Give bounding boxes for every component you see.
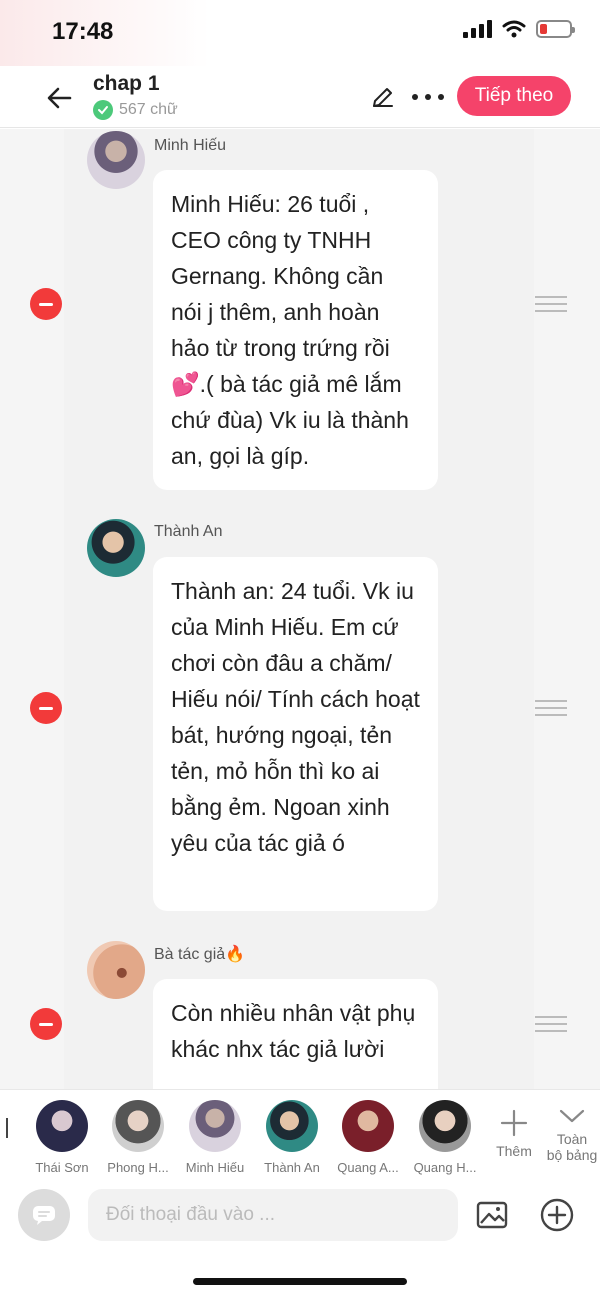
remove-message-button[interactable] bbox=[30, 692, 62, 724]
speaker-name: Thành An bbox=[154, 523, 223, 540]
avatar bbox=[419, 1100, 471, 1152]
message-bubble[interactable]: Thành an: 24 tuổi. Vk iu của Minh Hiếu. … bbox=[153, 557, 438, 911]
battery-icon bbox=[536, 20, 575, 38]
avatar bbox=[112, 1100, 164, 1152]
plus-icon bbox=[500, 1109, 528, 1137]
dialogue-input[interactable] bbox=[88, 1189, 458, 1241]
avatar bbox=[87, 131, 145, 189]
character-item[interactable]: Thái Sơn bbox=[27, 1100, 97, 1175]
message-bubble[interactable]: Minh Hiếu: 26 tuổi , CEO công ty TNHH Ge… bbox=[153, 170, 438, 490]
add-character-button[interactable]: Thêm bbox=[492, 1108, 536, 1159]
pencil-icon[interactable] bbox=[370, 84, 396, 110]
home-indicator bbox=[193, 1278, 407, 1285]
scroll-edge-indicator bbox=[6, 1118, 8, 1138]
input-row bbox=[0, 1181, 600, 1251]
avatar bbox=[266, 1100, 318, 1152]
back-arrow-icon[interactable] bbox=[44, 82, 76, 114]
chat-bubble-icon bbox=[33, 1206, 55, 1225]
character-item[interactable]: Minh Hiếu bbox=[180, 1100, 250, 1175]
dialogue-type-button[interactable] bbox=[18, 1189, 70, 1241]
status-time: 17:48 bbox=[52, 18, 114, 45]
add-circle-icon[interactable] bbox=[539, 1197, 575, 1233]
character-name: Quang A... bbox=[337, 1160, 399, 1175]
avatar bbox=[189, 1100, 241, 1152]
more-options-icon[interactable] bbox=[412, 84, 444, 110]
drag-handle-icon[interactable] bbox=[535, 1016, 567, 1032]
status-bar: 17:48 bbox=[0, 0, 600, 66]
word-count: 567 chữ bbox=[93, 100, 178, 120]
expand-character-board-button[interactable]: Toàn bộ bảng bbox=[543, 1106, 600, 1163]
character-item[interactable]: Thành An bbox=[257, 1100, 327, 1175]
word-count-label: 567 chữ bbox=[119, 101, 178, 118]
character-name: Quang H... bbox=[413, 1160, 477, 1175]
character-bar: Thái Sơn Phong H... Minh Hiếu Thành An Q… bbox=[0, 1089, 600, 1181]
remove-message-button[interactable] bbox=[30, 1008, 62, 1040]
signal-icon bbox=[463, 20, 492, 38]
character-item[interactable]: Quang A... bbox=[333, 1100, 403, 1175]
chevron-down-icon bbox=[559, 1109, 585, 1123]
chapter-title: chap 1 bbox=[93, 72, 160, 95]
avatar bbox=[36, 1100, 88, 1152]
speaker-name: Minh Hiếu bbox=[154, 137, 227, 154]
editor-header: chap 1 567 chữ Tiếp theo bbox=[0, 66, 600, 128]
check-icon bbox=[93, 100, 113, 120]
character-item[interactable]: Phong H... bbox=[103, 1100, 173, 1175]
wifi-icon bbox=[502, 20, 526, 38]
avatar bbox=[87, 941, 145, 999]
speaker-name: Bà tác giả🔥 bbox=[154, 946, 246, 963]
avatar bbox=[87, 519, 145, 577]
drag-handle-icon[interactable] bbox=[535, 296, 567, 312]
remove-message-button[interactable] bbox=[30, 288, 62, 320]
message-bubble[interactable]: Còn nhiều nhân vật phụ khác nhx tác giả … bbox=[153, 979, 438, 1089]
next-button[interactable]: Tiếp theo bbox=[457, 76, 571, 116]
character-name: Thái Sơn bbox=[35, 1160, 89, 1175]
status-icons bbox=[463, 20, 575, 38]
image-icon[interactable] bbox=[476, 1201, 508, 1229]
avatar bbox=[342, 1100, 394, 1152]
expand-label-line2: bộ bảng bbox=[546, 1147, 598, 1163]
add-character-label: Thêm bbox=[496, 1143, 532, 1159]
character-name: Thành An bbox=[264, 1160, 320, 1175]
character-item[interactable]: Quang H... bbox=[410, 1100, 480, 1175]
dialogue-list[interactable]: Minh Hiếu Minh Hiếu: 26 tuổi , CEO công … bbox=[0, 129, 600, 1089]
character-name: Minh Hiếu bbox=[185, 1160, 245, 1175]
drag-handle-icon[interactable] bbox=[535, 700, 567, 716]
expand-label-line1: Toàn bbox=[556, 1131, 588, 1147]
character-name: Phong H... bbox=[107, 1160, 169, 1175]
